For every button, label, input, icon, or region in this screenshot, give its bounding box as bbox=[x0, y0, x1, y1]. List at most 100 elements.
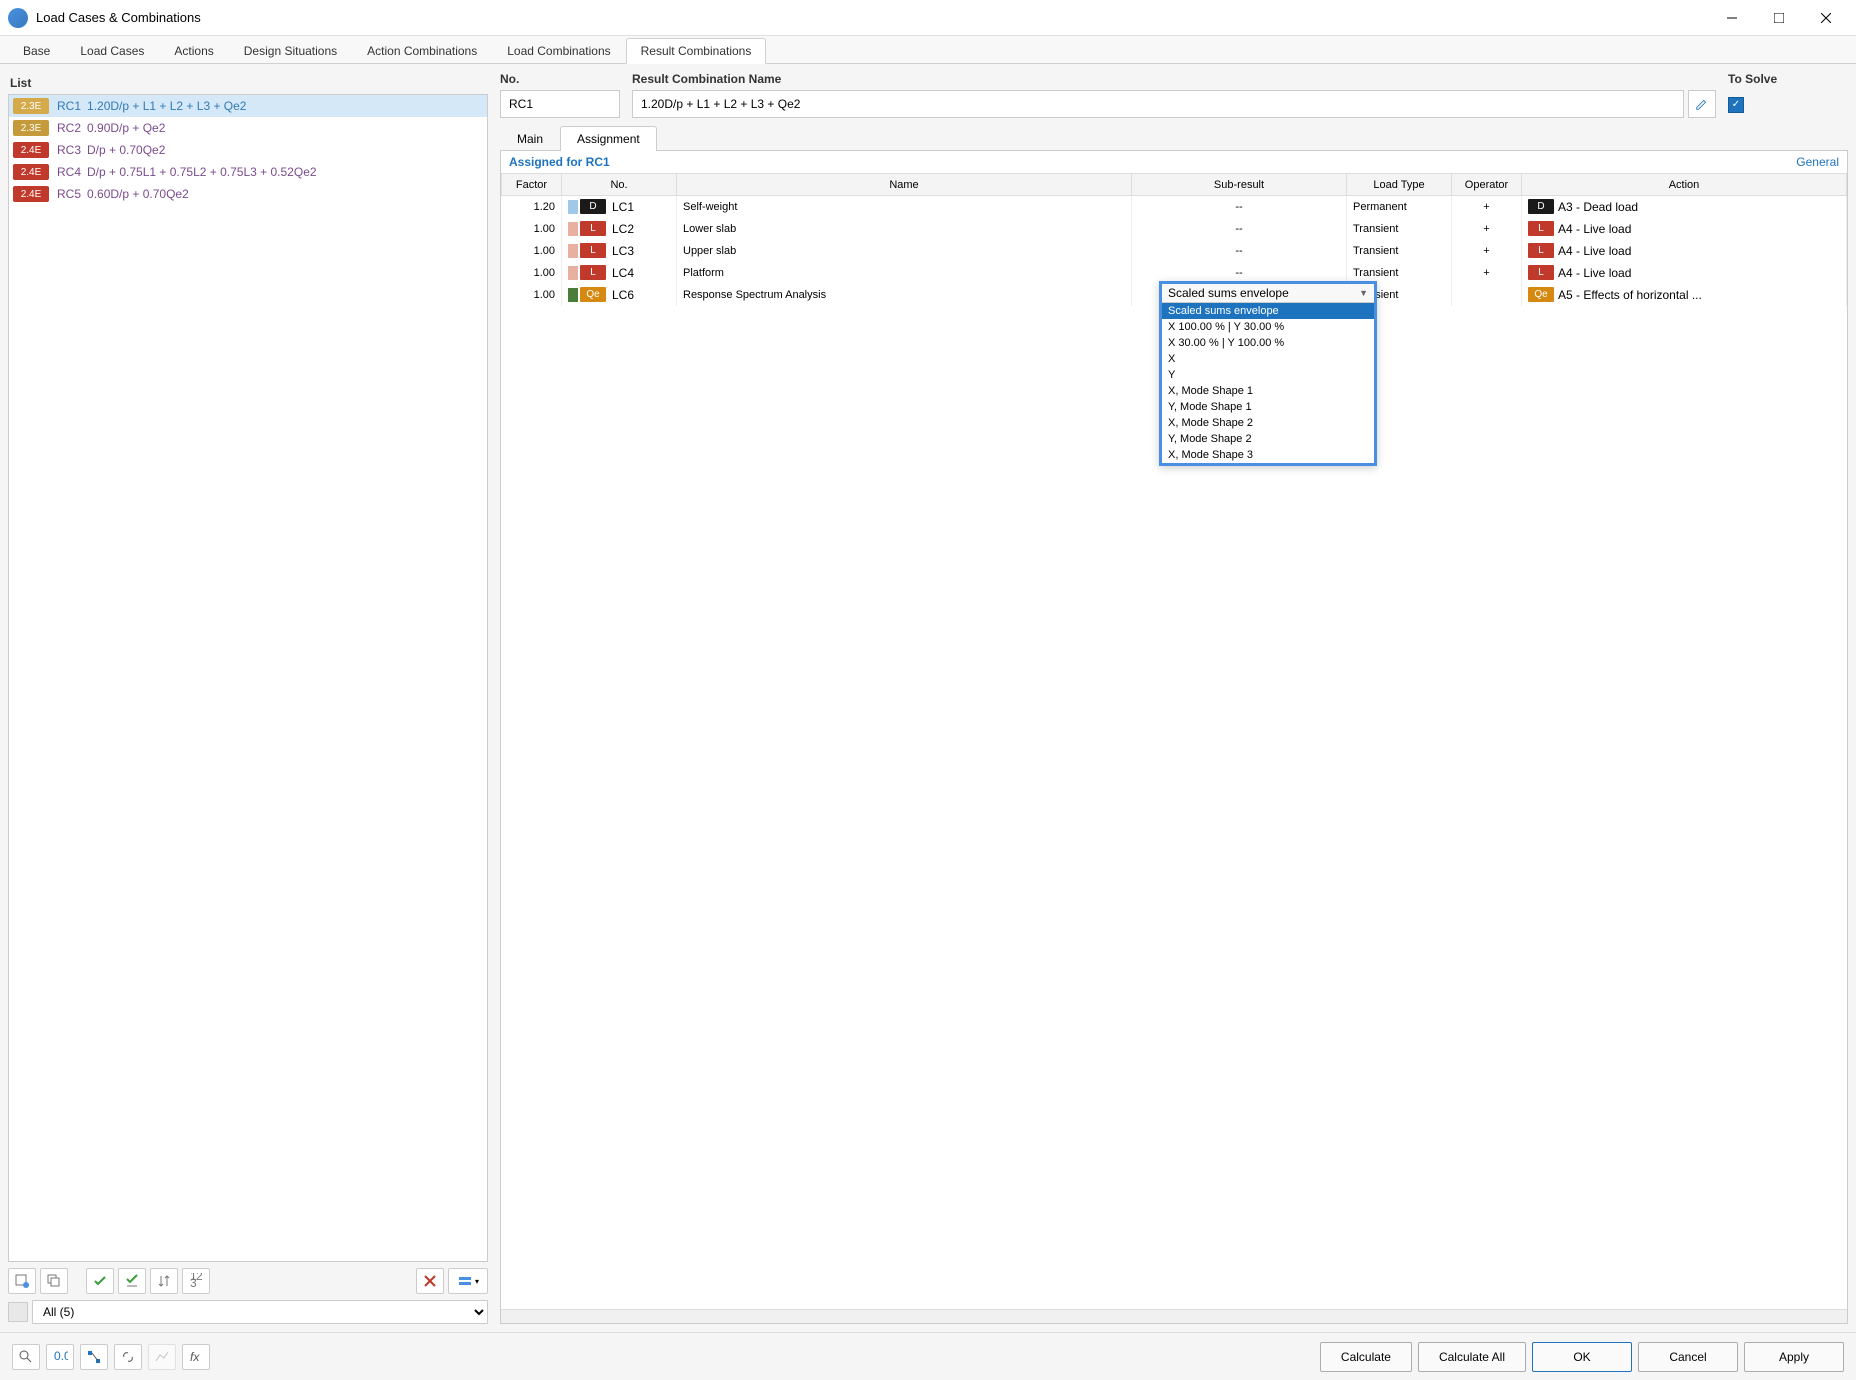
lc-swatch bbox=[568, 266, 578, 280]
list-item[interactable]: 2.4E RC50.60D/p + 0.70Qe2 bbox=[9, 183, 487, 205]
cell-action: LA4 - Live load bbox=[1522, 240, 1847, 262]
tab-load-combinations[interactable]: Load Combinations bbox=[492, 38, 625, 63]
cell-no: LLC2 bbox=[562, 218, 677, 240]
calculate-all-button[interactable]: Calculate All bbox=[1418, 1342, 1526, 1372]
cell-name: Platform bbox=[677, 262, 1132, 284]
graph-button[interactable] bbox=[148, 1344, 176, 1370]
list-item-badge: 2.4E bbox=[13, 164, 49, 180]
column-header[interactable]: Load Type bbox=[1347, 174, 1452, 196]
cell-name: Self-weight bbox=[677, 196, 1132, 218]
dropdown-option[interactable]: X, Mode Shape 1 bbox=[1162, 383, 1374, 399]
calculate-button[interactable]: Calculate bbox=[1320, 1342, 1412, 1372]
check-icon-button[interactable] bbox=[86, 1268, 114, 1294]
connections-button[interactable] bbox=[80, 1344, 108, 1370]
dropdown-option[interactable]: X, Mode Shape 2 bbox=[1162, 415, 1374, 431]
cell-name: Upper slab bbox=[677, 240, 1132, 262]
ok-button[interactable]: OK bbox=[1532, 1342, 1632, 1372]
action-badge: Qe bbox=[1528, 287, 1554, 302]
filter-color-swatch[interactable] bbox=[8, 1302, 28, 1322]
dropdown-selected-value[interactable]: Scaled sums envelope ▼ bbox=[1162, 284, 1374, 303]
cell-subresult[interactable]: -- bbox=[1132, 196, 1347, 218]
dropdown-option[interactable]: X bbox=[1162, 351, 1374, 367]
cell-action: LA4 - Live load bbox=[1522, 262, 1847, 284]
action-badge: D bbox=[1528, 199, 1554, 214]
sort-button[interactable] bbox=[150, 1268, 178, 1294]
filter-select[interactable]: All (5) bbox=[32, 1300, 488, 1324]
cell-factor: 1.00 bbox=[502, 218, 562, 240]
subtab-main[interactable]: Main bbox=[500, 126, 560, 151]
delete-button[interactable] bbox=[416, 1268, 444, 1294]
view-mode-button[interactable]: ▾ bbox=[448, 1268, 488, 1294]
dropdown-option[interactable]: X 30.00 % | Y 100.00 % bbox=[1162, 335, 1374, 351]
dropdown-option[interactable]: X, Mode Shape 3 bbox=[1162, 447, 1374, 463]
dropdown-option[interactable]: Scaled sums envelope bbox=[1162, 303, 1374, 319]
cell-operator bbox=[1452, 284, 1522, 306]
cell-subresult[interactable]: -- bbox=[1132, 240, 1347, 262]
tab-actions[interactable]: Actions bbox=[159, 38, 228, 63]
list-item-text: RC50.60D/p + 0.70Qe2 bbox=[57, 187, 189, 201]
table-row[interactable]: 1.00 LLC3 Upper slab -- Transient + LA4 … bbox=[502, 240, 1847, 262]
right-panel: No. RC1 Result Combination Name 1.20D/p … bbox=[500, 72, 1848, 1324]
cell-loadtype: Transient bbox=[1347, 218, 1452, 240]
cell-factor: 1.00 bbox=[502, 284, 562, 306]
cell-operator: + bbox=[1452, 196, 1522, 218]
column-header[interactable]: Name bbox=[677, 174, 1132, 196]
footer: 0.00 fx Calculate Calculate All OK Cance… bbox=[0, 1332, 1856, 1380]
list-item[interactable]: 2.4E RC3D/p + 0.70Qe2 bbox=[9, 139, 487, 161]
edit-name-button[interactable] bbox=[1688, 90, 1716, 118]
dropdown-option[interactable]: Y, Mode Shape 2 bbox=[1162, 431, 1374, 447]
column-header[interactable]: No. bbox=[562, 174, 677, 196]
copy-item-button[interactable] bbox=[40, 1268, 68, 1294]
dropdown-option[interactable]: X 100.00 % | Y 30.00 % bbox=[1162, 319, 1374, 335]
tab-result-combinations[interactable]: Result Combinations bbox=[626, 38, 767, 64]
horizontal-scrollbar[interactable] bbox=[501, 1309, 1847, 1323]
list-item[interactable]: 2.3E RC20.90D/p + Qe2 bbox=[9, 117, 487, 139]
cell-factor: 1.00 bbox=[502, 240, 562, 262]
list-item[interactable]: 2.4E RC4D/p + 0.75L1 + 0.75L2 + 0.75L3 +… bbox=[9, 161, 487, 183]
close-button[interactable] bbox=[1803, 0, 1848, 36]
zoom-button[interactable] bbox=[12, 1344, 40, 1370]
list-item-badge: 2.4E bbox=[13, 186, 49, 202]
table-row[interactable]: 1.00 LLC2 Lower slab -- Transient + LA4 … bbox=[502, 218, 1847, 240]
no-field[interactable]: RC1 bbox=[500, 90, 620, 118]
check2-icon-button[interactable] bbox=[118, 1268, 146, 1294]
column-header[interactable]: Action bbox=[1522, 174, 1847, 196]
new-item-button[interactable] bbox=[8, 1268, 36, 1294]
window-title: Load Cases & Combinations bbox=[36, 10, 1709, 25]
svg-text:3: 3 bbox=[190, 1276, 197, 1289]
result-combination-list[interactable]: 2.3E RC11.20D/p + L1 + L2 + L3 + Qe22.3E… bbox=[8, 94, 488, 1262]
to-solve-checkbox[interactable]: ✓ bbox=[1728, 97, 1744, 113]
general-link[interactable]: General bbox=[1796, 155, 1839, 169]
apply-button[interactable]: Apply bbox=[1744, 1342, 1844, 1372]
tab-base[interactable]: Base bbox=[8, 38, 65, 63]
main-tabstrip: BaseLoad CasesActionsDesign SituationsAc… bbox=[0, 36, 1856, 64]
maximize-button[interactable] bbox=[1756, 0, 1801, 36]
cell-no: LLC4 bbox=[562, 262, 677, 284]
fx-button[interactable]: fx bbox=[182, 1344, 210, 1370]
cell-loadtype: Permanent bbox=[1347, 196, 1452, 218]
list-item[interactable]: 2.3E RC11.20D/p + L1 + L2 + L3 + Qe2 bbox=[9, 95, 487, 117]
dropdown-option[interactable]: Y, Mode Shape 1 bbox=[1162, 399, 1374, 415]
tab-load-cases[interactable]: Load Cases bbox=[65, 38, 159, 63]
column-header[interactable]: Sub-result bbox=[1132, 174, 1347, 196]
renumber-button[interactable]: 123 bbox=[182, 1268, 210, 1294]
table-row[interactable]: 1.20 DLC1 Self-weight -- Permanent + DA3… bbox=[502, 196, 1847, 218]
chevron-down-icon: ▼ bbox=[1359, 288, 1368, 298]
subresult-dropdown[interactable]: Scaled sums envelope ▼ Scaled sums envel… bbox=[1159, 281, 1377, 466]
cell-operator: + bbox=[1452, 262, 1522, 284]
assignment-table-container: FactorNo.NameSub-resultLoad TypeOperator… bbox=[501, 173, 1847, 1309]
cell-action: LA4 - Live load bbox=[1522, 218, 1847, 240]
cell-subresult[interactable]: -- bbox=[1132, 218, 1347, 240]
dropdown-option[interactable]: Y bbox=[1162, 367, 1374, 383]
link-button[interactable] bbox=[114, 1344, 142, 1370]
cancel-button[interactable]: Cancel bbox=[1638, 1342, 1738, 1372]
units-button[interactable]: 0.00 bbox=[46, 1344, 74, 1370]
cell-no: QeLC6 bbox=[562, 284, 677, 306]
tab-action-combinations[interactable]: Action Combinations bbox=[352, 38, 492, 63]
subtab-assignment[interactable]: Assignment bbox=[560, 126, 657, 151]
column-header[interactable]: Operator bbox=[1452, 174, 1522, 196]
tab-design-situations[interactable]: Design Situations bbox=[229, 38, 352, 63]
column-header[interactable]: Factor bbox=[502, 174, 562, 196]
minimize-button[interactable] bbox=[1709, 0, 1754, 36]
name-field[interactable]: 1.20D/p + L1 + L2 + L3 + Qe2 bbox=[632, 90, 1684, 118]
